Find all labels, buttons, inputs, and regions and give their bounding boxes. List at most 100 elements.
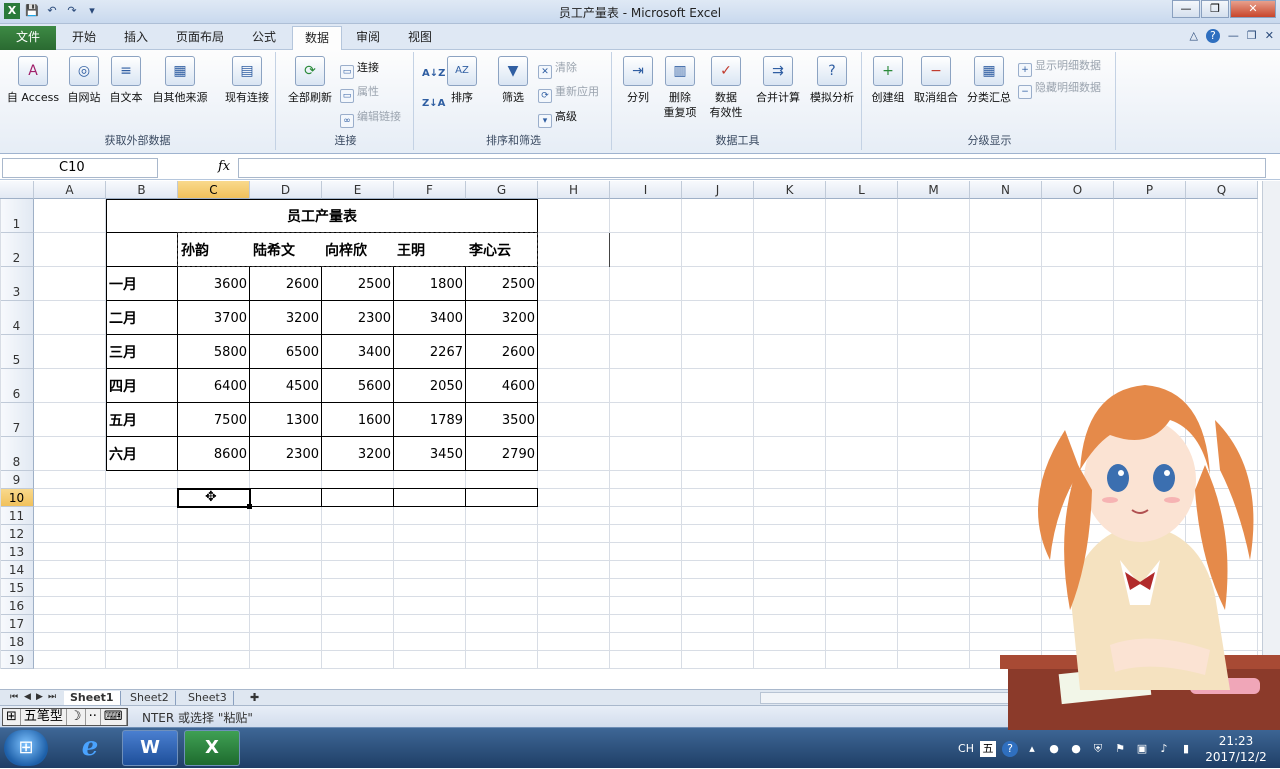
tab-page-layout[interactable]: 页面布局 (164, 26, 236, 50)
show-hidden-icons-icon[interactable]: ▴ (1024, 741, 1040, 757)
month-label-cell[interactable]: 二月 (106, 301, 178, 335)
value-cell[interactable]: 1600 (322, 403, 394, 437)
value-cell[interactable]: 2267 (394, 335, 466, 369)
month-label-cell[interactable]: 三月 (106, 335, 178, 369)
tab-data[interactable]: 数据 (292, 26, 343, 50)
sort-descending-button[interactable]: Z↓A (422, 96, 445, 112)
help-tray-icon[interactable]: ? (1002, 740, 1018, 757)
ime-toolbar[interactable]: ⊞ 五笔型 ☽ ·· ⌨ (2, 708, 128, 726)
column-header-J[interactable]: J (682, 181, 754, 199)
row-header-9[interactable]: 9 (0, 471, 34, 489)
row-header-12[interactable]: 12 (0, 525, 34, 543)
value-cell[interactable]: 4500 (250, 369, 322, 403)
language-indicator[interactable]: CH (958, 741, 974, 757)
value-cell[interactable]: 5800 (178, 335, 250, 369)
month-label-cell[interactable]: 四月 (106, 369, 178, 403)
row-header-2[interactable]: 2 (0, 233, 34, 267)
value-cell[interactable]: 3400 (322, 335, 394, 369)
column-header-N[interactable]: N (970, 181, 1042, 199)
from-access-button[interactable]: A 自 Access (4, 56, 62, 105)
start-button[interactable]: ⊞ (4, 730, 48, 766)
tab-view[interactable]: 视图 (396, 26, 444, 50)
properties-button[interactable]: ▭ 属性 (340, 84, 379, 103)
data-validation-button[interactable]: ✓ 数据 有效性 (702, 56, 750, 120)
select-all-corner[interactable] (0, 181, 34, 199)
value-cell[interactable]: 3400 (394, 301, 466, 335)
value-cell[interactable]: 3200 (250, 301, 322, 335)
ime-tray-icon[interactable]: 五 (980, 740, 996, 757)
column-header-D[interactable]: D (250, 181, 322, 199)
clear-button[interactable]: ✕ 清除 (538, 60, 577, 79)
month-label-cell[interactable]: 六月 (106, 437, 178, 471)
refresh-all-button[interactable]: ⟳ 全部刷新 (284, 56, 336, 105)
row-header-3[interactable]: 3 (0, 267, 34, 301)
value-cell[interactable]: 3500 (466, 403, 538, 437)
qq-icon[interactable]: ● (1046, 741, 1062, 757)
formula-input[interactable] (238, 158, 1266, 178)
value-cell[interactable]: 4600 (466, 369, 538, 403)
value-cell[interactable]: 3700 (178, 301, 250, 335)
value-cell[interactable]: 6400 (178, 369, 250, 403)
sheet-tab-3[interactable]: Sheet3 (182, 691, 234, 705)
fill-handle[interactable] (247, 504, 252, 509)
row-header-6[interactable]: 6 (0, 369, 34, 403)
sheet-tab-1[interactable]: Sheet1 (64, 691, 121, 705)
value-cell[interactable]: 2300 (322, 301, 394, 335)
value-cell[interactable]: 5600 (322, 369, 394, 403)
column-header-G[interactable]: G (466, 181, 538, 199)
ime-logo-icon[interactable]: ⊞ (3, 709, 21, 725)
punctuation-icon[interactable]: ·· (86, 709, 101, 725)
column-header-F[interactable]: F (394, 181, 466, 199)
row-header-5[interactable]: 5 (0, 335, 34, 369)
value-cell[interactable]: 2500 (466, 267, 538, 301)
row-header-7[interactable]: 7 (0, 403, 34, 437)
action-center-flag-icon[interactable]: ⚑ (1112, 741, 1128, 757)
row-header-18[interactable]: 18 (0, 633, 34, 651)
column-header-B[interactable]: B (106, 181, 178, 199)
show-detail-button[interactable]: + 显示明细数据 (1018, 58, 1101, 77)
from-web-button[interactable]: ◎ 自网站 (64, 56, 104, 105)
moon-icon[interactable]: ☽ (67, 709, 86, 725)
column-header-H[interactable]: H (538, 181, 610, 199)
help-icon[interactable]: ? (1205, 29, 1220, 43)
advanced-button[interactable]: ▾ 高级 (538, 109, 577, 128)
column-header-O[interactable]: O (1042, 181, 1114, 199)
sort-ascending-button[interactable]: A↓Z (422, 66, 445, 82)
row-header-8[interactable]: 8 (0, 437, 34, 471)
value-cell[interactable]: 1300 (250, 403, 322, 437)
hide-detail-button[interactable]: − 隐藏明细数据 (1018, 80, 1101, 99)
filter-button[interactable]: ▼ 筛选 (496, 56, 530, 105)
column-header-Q[interactable]: Q (1186, 181, 1258, 199)
column-header-C[interactable]: C (178, 181, 250, 199)
subtotal-button[interactable]: ▦ 分类汇总 (964, 56, 1014, 105)
value-cell[interactable]: 2300 (250, 437, 322, 471)
insert-sheet-icon[interactable]: ✚ (244, 691, 265, 705)
workbook-close-icon[interactable]: ✕ (1265, 29, 1274, 43)
from-other-sources-button[interactable]: ▦ 自其他来源 (148, 56, 212, 105)
restore-button[interactable]: ❐ (1201, 0, 1229, 18)
connections-button[interactable]: ▭ 连接 (340, 60, 379, 79)
qq-icon-2[interactable]: ● (1068, 741, 1084, 757)
workbook-restore-icon[interactable]: ❐ (1247, 29, 1257, 43)
device-icon[interactable]: ▣ (1134, 741, 1150, 757)
from-text-button[interactable]: ≡ 自文本 (106, 56, 146, 105)
column-header-M[interactable]: M (898, 181, 970, 199)
month-label-cell[interactable]: 五月 (106, 403, 178, 437)
word-icon[interactable]: W (122, 730, 178, 766)
reapply-button[interactable]: ⟳ 重新应用 (538, 84, 599, 103)
value-cell[interactable]: 3450 (394, 437, 466, 471)
value-cell[interactable]: 2050 (394, 369, 466, 403)
text-to-columns-button[interactable]: ⇥ 分列 (620, 56, 656, 105)
tab-formulas[interactable]: 公式 (240, 26, 288, 50)
column-header-A[interactable]: A (34, 181, 106, 199)
volume-icon[interactable]: ♪ (1156, 741, 1172, 757)
what-if-analysis-button[interactable]: ? 模拟分析 (806, 56, 858, 105)
row-header-1[interactable]: 1 (0, 199, 34, 233)
tab-file[interactable]: 文件 (0, 26, 56, 50)
value-cell[interactable]: 7500 (178, 403, 250, 437)
column-header-P[interactable]: P (1114, 181, 1186, 199)
value-cell[interactable]: 8600 (178, 437, 250, 471)
row-header-16[interactable]: 16 (0, 597, 34, 615)
ribbon-collapse-icon[interactable]: △ (1189, 29, 1197, 43)
remove-duplicates-button[interactable]: ▥ 删除 重复项 (660, 56, 700, 120)
